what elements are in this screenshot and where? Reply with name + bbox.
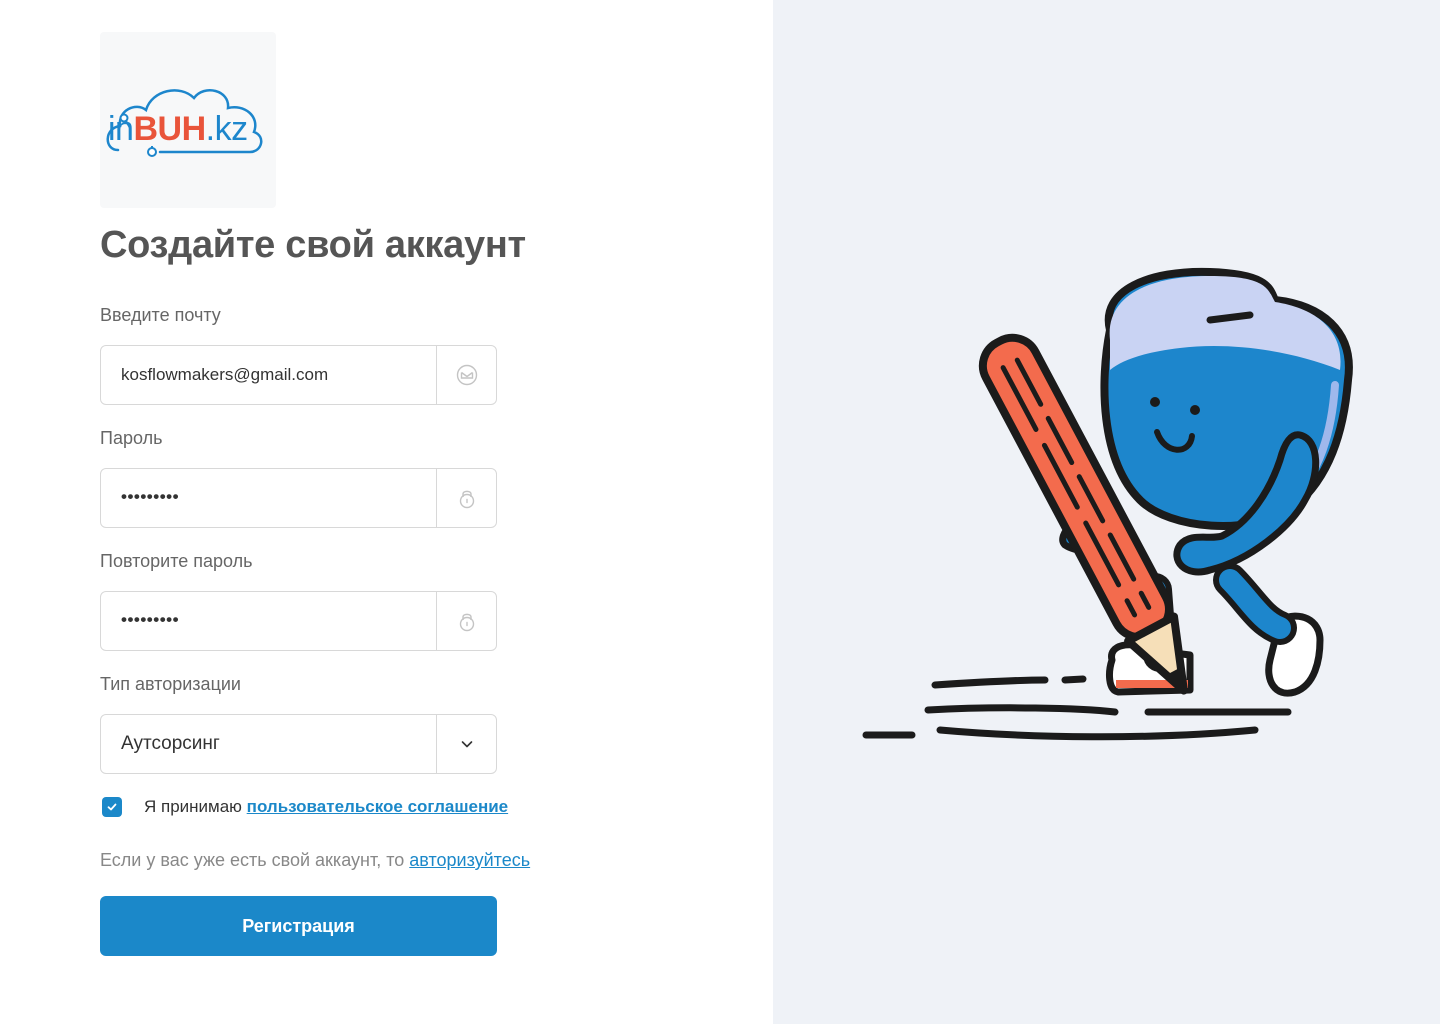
logo-prefix: in bbox=[108, 110, 134, 148]
chevron-down-icon[interactable] bbox=[436, 715, 496, 773]
password-field[interactable]: ••••••••• bbox=[100, 468, 497, 528]
lock-icon bbox=[436, 592, 496, 650]
password-value[interactable]: ••••••••• bbox=[121, 469, 431, 527]
repeat-password-label: Повторите пароль bbox=[100, 551, 253, 571]
login-link[interactable]: авторизуйтесь bbox=[409, 850, 530, 870]
email-value[interactable]: kosflowmakers@gmail.com bbox=[121, 346, 431, 404]
auth-type-value[interactable]: Аутсорсинг bbox=[121, 715, 431, 773]
login-prompt: Если у вас уже есть свой аккаунт, то авт… bbox=[100, 848, 530, 872]
password-label: Пароль bbox=[100, 428, 163, 448]
repeat-password-value[interactable]: ••••••••• bbox=[121, 592, 431, 650]
repeat-password-field[interactable]: ••••••••• bbox=[100, 591, 497, 651]
agreement-link[interactable]: пользовательское соглашение bbox=[247, 797, 508, 816]
email-field[interactable]: kosflowmakers@gmail.com bbox=[100, 345, 497, 405]
check-icon bbox=[107, 803, 117, 811]
lock-icon bbox=[436, 469, 496, 527]
agreement-checkbox[interactable] bbox=[102, 797, 122, 817]
page-title: Создайте свой аккаунт bbox=[100, 224, 526, 266]
logo-brand: BUH bbox=[133, 110, 206, 148]
email-label: Введите почту bbox=[100, 305, 221, 325]
agreement-text: Я принимаю пользовательское соглашение bbox=[144, 797, 508, 817]
registration-panel: inBUH.kz Создайте свой аккаунт Введите п… bbox=[0, 0, 773, 1024]
mail-icon bbox=[436, 346, 496, 404]
logo-suffix: .kz bbox=[205, 110, 248, 148]
mascot-writing-illustration bbox=[862, 267, 1353, 741]
auth-type-label: Тип авторизации bbox=[100, 674, 241, 694]
register-button[interactable]: Регистрация bbox=[100, 896, 497, 956]
logo-wordmark: inBUH.kz bbox=[108, 112, 248, 146]
login-prompt-text: Если у вас уже есть свой аккаунт, то bbox=[100, 850, 405, 870]
agreement-prefix: Я принимаю bbox=[144, 797, 242, 816]
logo: inBUH.kz bbox=[100, 32, 276, 208]
auth-type-select[interactable]: Аутсорсинг bbox=[100, 714, 497, 774]
